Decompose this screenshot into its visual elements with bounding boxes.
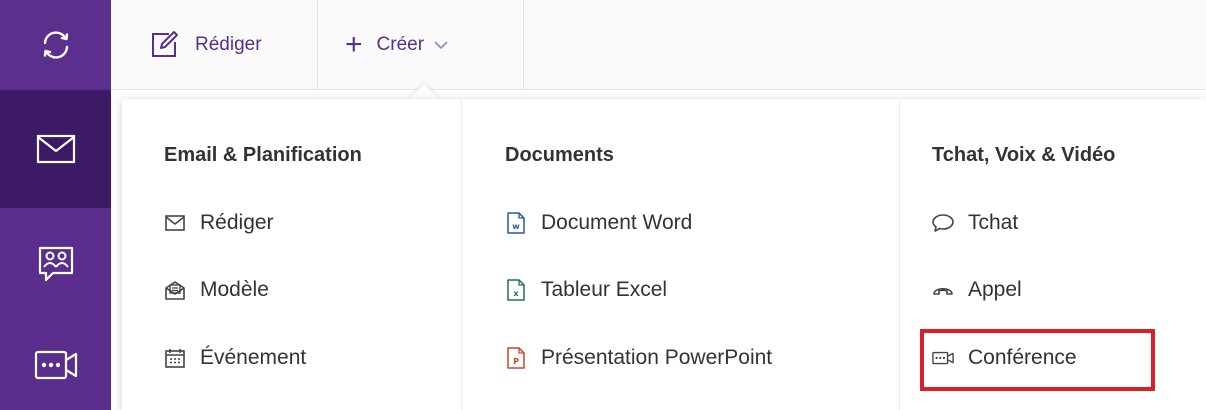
menu-item-chat[interactable]: Tchat — [932, 211, 1018, 235]
plus-icon: + — [345, 28, 363, 61]
create-dropdown-menu: Email & Planification Rédiger Modèle Évé… — [122, 99, 1206, 410]
toolbar-divider — [317, 0, 318, 90]
chevron-down-icon — [434, 41, 448, 50]
column-title: Tchat, Voix & Vidéo — [932, 144, 1116, 166]
create-button[interactable]: + Créer — [345, 0, 448, 90]
mail-icon — [36, 134, 75, 164]
menu-item-label: Document Word — [541, 211, 693, 234]
rail-video-button[interactable] — [0, 320, 111, 410]
menu-item-label: Tchat — [968, 211, 1019, 234]
menu-item-label: Modèle — [200, 278, 269, 301]
menu-column-email: Email & Planification Rédiger Modèle Évé… — [122, 99, 461, 410]
video-conference-icon — [34, 350, 77, 380]
menu-item-template[interactable]: Modèle — [164, 278, 269, 302]
rail-sync-button[interactable] — [0, 0, 111, 90]
rail-mail-button[interactable] — [0, 90, 111, 208]
column-title: Email & Planification — [164, 144, 362, 166]
column-title: Documents — [505, 144, 614, 166]
create-label: Créer — [376, 34, 425, 55]
menu-column-chat: Tchat, Voix & Vidéo Tchat Appel Conféren… — [899, 99, 1206, 410]
svg-text:x: x — [513, 289, 519, 298]
contacts-icon — [38, 246, 73, 282]
svg-text:P: P — [513, 357, 519, 366]
excel-sheet-icon: x — [505, 279, 527, 301]
menu-item-label: Présentation PowerPoint — [541, 346, 773, 369]
toolbar-divider — [523, 0, 524, 90]
menu-item-powerpoint[interactable]: P Présentation PowerPoint — [505, 346, 772, 370]
envelope-icon — [164, 212, 186, 234]
menu-item-event[interactable]: Événement — [164, 346, 306, 370]
menu-item-label: Tableur Excel — [541, 278, 668, 301]
chat-icon — [932, 212, 954, 234]
powerpoint-icon: P — [505, 347, 527, 369]
calendar-icon — [164, 347, 186, 369]
menu-item-excel-sheet[interactable]: x Tableur Excel — [505, 278, 667, 302]
menu-item-compose[interactable]: Rédiger — [164, 211, 274, 235]
compose-icon — [152, 31, 178, 57]
top-toolbar: Rédiger + Créer — [111, 0, 1206, 90]
compose-button[interactable]: Rédiger — [149, 0, 262, 90]
menu-item-label: Appel — [968, 278, 1022, 301]
sync-icon — [43, 31, 68, 59]
menu-column-documents: Documents w Document Word x Tableur Exce… — [461, 99, 899, 410]
svg-text:w: w — [512, 222, 520, 231]
word-doc-icon: w — [505, 212, 527, 234]
menu-item-label: Rédiger — [200, 211, 274, 234]
compose-label: Rédiger — [195, 34, 262, 55]
app-rail — [0, 0, 111, 410]
rail-contacts-button[interactable] — [0, 208, 111, 320]
menu-item-word-document[interactable]: w Document Word — [505, 211, 692, 235]
menu-item-label: Événement — [200, 346, 307, 369]
phone-icon — [932, 279, 954, 301]
highlight-box — [920, 329, 1155, 391]
template-icon — [164, 279, 186, 301]
menu-item-call[interactable]: Appel — [932, 278, 1022, 302]
